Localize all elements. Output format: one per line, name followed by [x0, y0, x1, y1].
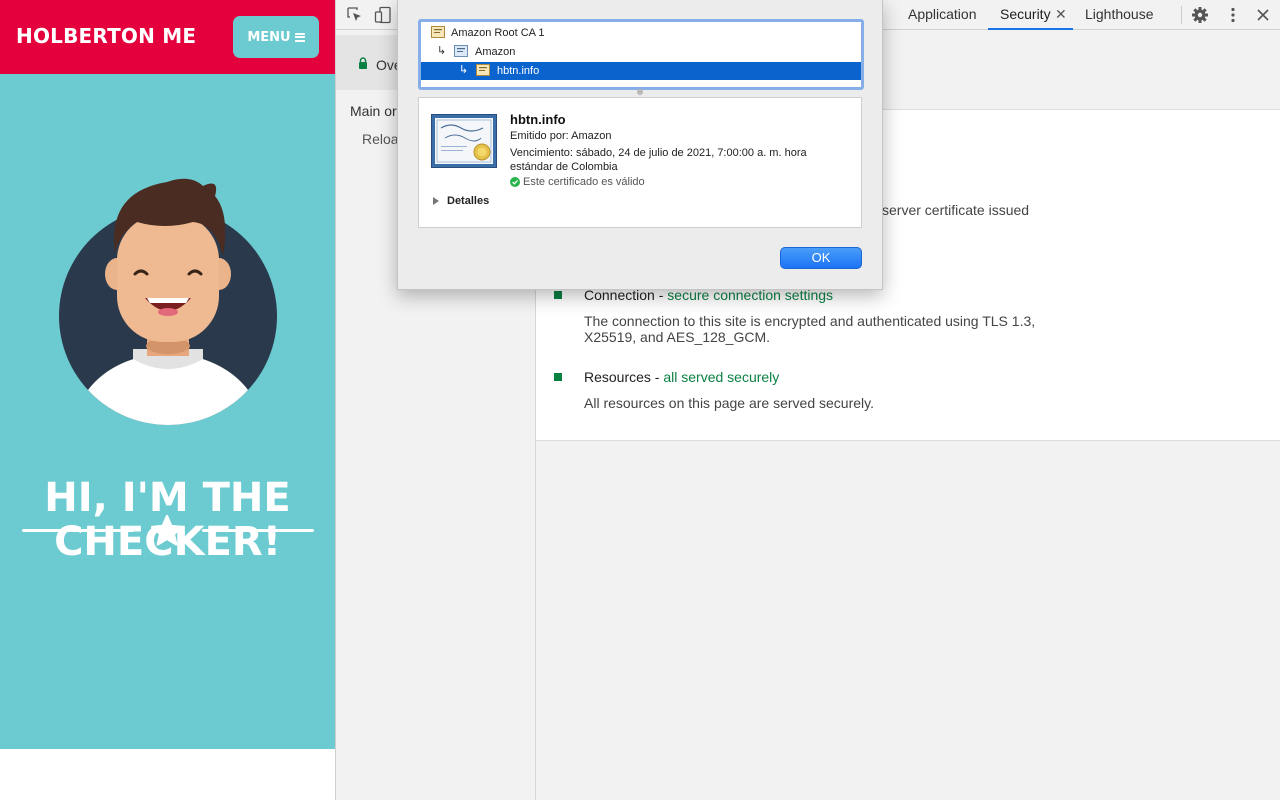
site-header: HOLBERTON ME MENU: [0, 0, 335, 74]
menu-button[interactable]: MENU: [233, 16, 319, 58]
inspect-icon[interactable]: [346, 6, 364, 24]
certificate-issuer: Emitido por: Amazon: [510, 130, 612, 142]
details-disclosure[interactable]: Detalles: [433, 195, 489, 207]
kebab-menu-icon[interactable]: [1224, 6, 1242, 24]
secure-bullet-icon: [554, 291, 562, 299]
disclosure-triangle-icon: [433, 197, 439, 205]
chain-item-label: hbtn.info: [497, 65, 540, 77]
chain-arrow-icon: ↳: [437, 45, 447, 57]
close-icon[interactable]: [1254, 6, 1272, 24]
details-label: Detalles: [447, 195, 490, 207]
site-brand[interactable]: HOLBERTON ME: [16, 24, 196, 48]
star-icon: [150, 514, 184, 546]
chain-item-label: Amazon Root CA 1: [451, 27, 545, 39]
hero-section: HI, I'M THE CHECKER!: [0, 74, 335, 749]
tab-security-label: Security: [1000, 6, 1051, 22]
lock-icon: [359, 57, 367, 69]
connection-description: The connection to this site is encrypted…: [584, 313, 1035, 345]
sidebar-section-main-origin: Main ori: [350, 103, 400, 119]
connection-description-line-2: X25519, and AES_128_GCM.: [584, 329, 771, 345]
divider-line-right: [202, 529, 314, 532]
certificate-details: hbtn.info Emitido por: Amazon Vencimient…: [418, 97, 862, 228]
certificate-icon: [476, 64, 490, 76]
chain-item-intermediate[interactable]: ↳ Amazon: [421, 43, 861, 61]
certificate-name: hbtn.info: [510, 112, 566, 127]
hamburger-icon: [294, 32, 305, 42]
resources-title-text: Resources -: [584, 369, 664, 385]
resources-link[interactable]: all served securely: [663, 369, 779, 385]
check-icon: [510, 177, 520, 187]
chain-item-root[interactable]: Amazon Root CA 1: [421, 24, 861, 42]
tab-application[interactable]: Application: [908, 0, 977, 30]
certificate-chain-list: Amazon Root CA 1 ↳ Amazon ↳ hbtn.info: [418, 19, 864, 90]
secure-bullet-icon: [554, 373, 562, 381]
tab-lighthouse[interactable]: Lighthouse: [1085, 0, 1154, 30]
close-tab-icon[interactable]: ✕: [1055, 0, 1067, 29]
sidebar-item-reload[interactable]: Reloa: [362, 131, 399, 147]
certificate-icon: [431, 26, 445, 38]
chain-item-leaf[interactable]: ↳ hbtn.info: [421, 62, 861, 80]
website-viewport: HOLBERTON ME MENU HI, I'M THE CHECKER!: [0, 0, 335, 800]
chain-arrow-icon: ↳: [459, 64, 469, 76]
certificate-icon: [431, 114, 497, 168]
certificate-description-fragment: server certificate issued: [882, 202, 1030, 218]
chain-item-label: Amazon: [475, 46, 516, 58]
split-handle[interactable]: [637, 89, 643, 95]
tab-security[interactable]: Security ✕: [988, 0, 1073, 30]
toolbar-separator: [1181, 6, 1182, 24]
gear-icon[interactable]: [1191, 6, 1209, 24]
divider-line-left: [22, 529, 134, 532]
device-toggle-icon[interactable]: [374, 6, 392, 24]
menu-label: MENU: [247, 29, 291, 45]
avatar: [59, 178, 277, 425]
resources-description: All resources on this page are served se…: [584, 395, 874, 411]
certificate-expiry: Vencimiento: sábado, 24 de julio de 2021…: [510, 147, 807, 173]
resources-title: Resources - all served securely: [584, 369, 779, 385]
validity-text: Este certificado es válido: [523, 176, 645, 188]
certificate-validity: Este certificado es válido: [510, 176, 645, 188]
ok-button[interactable]: OK: [780, 247, 862, 269]
connection-description-line-1: The connection to this site is encrypted…: [584, 313, 1036, 329]
certificate-icon: [454, 45, 468, 57]
certificate-dialog: Amazon Root CA 1 ↳ Amazon ↳ hbtn.info hb…: [397, 0, 883, 290]
